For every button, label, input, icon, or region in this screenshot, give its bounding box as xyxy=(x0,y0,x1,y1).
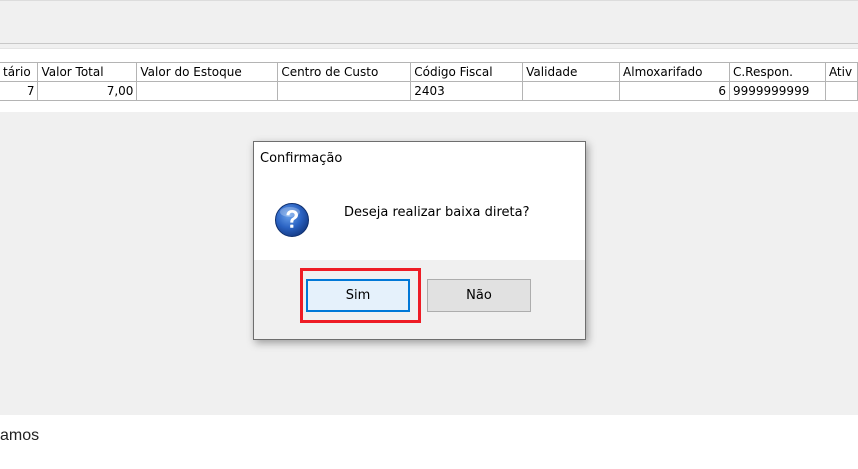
grid-header-row: tário Valor Total Valor do Estoque Centr… xyxy=(0,62,858,82)
no-button[interactable]: Não xyxy=(427,279,531,312)
data-grid-table: tário Valor Total Valor do Estoque Centr… xyxy=(0,62,858,101)
column-header-c-respon[interactable]: C.Respon. xyxy=(728,62,826,82)
data-grid[interactable]: tário Valor Total Valor do Estoque Centr… xyxy=(0,48,858,112)
cell-unitario[interactable]: 7 xyxy=(0,81,39,101)
window-top-border xyxy=(0,0,858,1)
caption-text: amos xyxy=(0,427,40,444)
cell-centro-custo[interactable] xyxy=(277,81,412,101)
column-header-valor-estoque[interactable]: Valor do Estoque xyxy=(136,62,279,82)
toolbar-separator xyxy=(0,43,858,44)
confirmation-dialog: Confirmação Deseja realizar baixa direta… xyxy=(253,141,586,340)
question-icon xyxy=(275,203,309,237)
table-row[interactable]: 7 7,00 2403 6 9999999999 xyxy=(0,81,858,101)
column-header-almoxarifado[interactable]: Almoxarifado xyxy=(619,62,730,82)
dialog-button-bar xyxy=(254,260,585,339)
cell-ativo[interactable] xyxy=(824,81,858,101)
cell-validade[interactable] xyxy=(522,81,621,101)
cell-codigo-fiscal[interactable]: 2403 xyxy=(410,81,524,101)
column-header-valor-total[interactable]: Valor Total xyxy=(37,62,138,82)
column-header-validade[interactable]: Validade xyxy=(522,62,621,82)
column-header-ativo[interactable]: Ativ xyxy=(824,62,858,82)
column-header-unitario[interactable]: tário xyxy=(0,62,39,82)
cell-c-respon[interactable]: 9999999999 xyxy=(728,81,826,101)
cell-almoxarifado[interactable]: 6 xyxy=(619,81,730,101)
column-header-codigo-fiscal[interactable]: Código Fiscal xyxy=(410,62,524,82)
dialog-message: Deseja realizar baixa direta? xyxy=(344,205,530,220)
dialog-title: Confirmação xyxy=(260,151,343,166)
app-window: tário Valor Total Valor do Estoque Centr… xyxy=(0,0,858,415)
cell-valor-total[interactable]: 7,00 xyxy=(37,81,138,101)
cell-valor-estoque[interactable] xyxy=(136,81,279,101)
yes-button[interactable]: Sim xyxy=(306,279,410,312)
column-header-centro-custo[interactable]: Centro de Custo xyxy=(277,62,412,82)
